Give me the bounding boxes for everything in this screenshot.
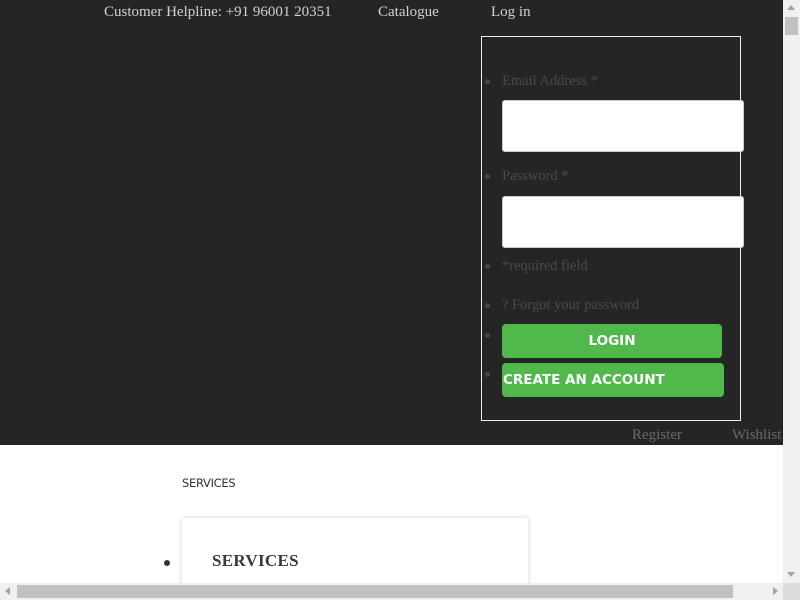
password-label: Password * [502,168,569,184]
scroll-left-arrow-icon[interactable] [5,587,10,595]
wishlist-link[interactable]: Wishlist [732,425,781,445]
vertical-scrollbar[interactable] [783,0,800,583]
list-bullet [485,264,490,269]
password-input[interactable] [502,196,744,248]
login-button[interactable]: LOGIN [502,324,722,358]
forgot-password-link[interactable]: ? Forgot your password [502,296,639,314]
helpline-link[interactable]: Customer Helpline: +91 96001 20351 [104,2,332,22]
login-dropdown-panel: Email Address * Password * *required fie… [481,36,744,421]
register-link[interactable]: Register [632,425,682,445]
list-bullet [485,303,490,308]
header-region: Customer Helpline: +91 96001 20351 Catal… [0,0,783,445]
horizontal-scroll-thumb[interactable] [17,585,733,598]
email-label: Email Address * [502,73,598,89]
required-field-note: *required field [502,258,588,274]
list-bullet [485,333,490,338]
horizontal-scrollbar[interactable] [0,583,783,600]
services-breadcrumb: SERVICES [182,476,236,490]
scrollbar-corner [783,583,800,600]
email-input[interactable] [502,100,744,152]
list-bullet [485,174,490,179]
page-viewport: Customer Helpline: +91 96001 20351 Catal… [0,0,783,583]
scroll-down-arrow-icon[interactable] [787,572,795,577]
scroll-up-arrow-icon[interactable] [787,5,795,10]
list-bullet [164,560,170,566]
services-heading: SERVICES [212,551,299,570]
list-bullet [485,372,490,377]
scroll-right-arrow-icon[interactable] [773,587,778,595]
vertical-scroll-thumb[interactable] [785,17,798,35]
create-account-button[interactable]: CREATE AN ACCOUNT [502,363,724,397]
services-card: SERVICES [182,518,528,583]
list-bullet [485,79,490,84]
catalogue-link[interactable]: Catalogue [378,2,439,22]
login-link[interactable]: Log in [491,2,531,22]
